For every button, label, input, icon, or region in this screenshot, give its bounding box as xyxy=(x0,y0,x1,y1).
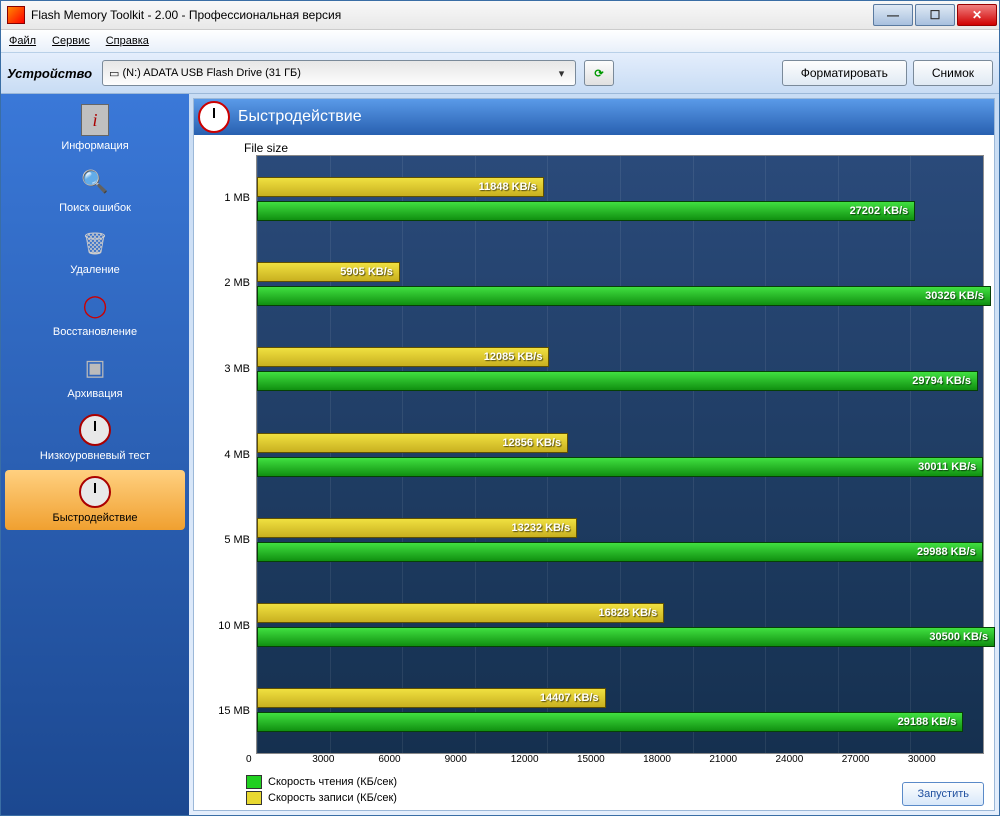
sidebar-item-label: Восстановление xyxy=(53,326,137,338)
legend-swatch-green xyxy=(246,775,262,789)
bar-read: 30011 KB/s xyxy=(257,457,983,477)
y-label: 4 MB xyxy=(204,412,256,498)
snapshot-button[interactable]: Снимок xyxy=(913,60,993,86)
y-axis-title: File size xyxy=(204,141,984,155)
x-tick: 15000 xyxy=(577,754,643,772)
bar-write: 5905 KB/s xyxy=(257,262,400,282)
sidebar-item-label: Быстродействие xyxy=(53,512,138,524)
legend-write-label: Скорость записи (КБ/сек) xyxy=(268,792,397,804)
bar-write: 12085 KB/s xyxy=(257,347,549,367)
device-select[interactable]: ▭ (N:) ADATA USB Flash Drive (31 ГБ) ▾ xyxy=(102,60,576,86)
bar-read: 29188 KB/s xyxy=(257,712,963,732)
format-button[interactable]: Форматировать xyxy=(782,60,907,86)
refresh-icon: ⟳ xyxy=(594,67,603,80)
menu-help[interactable]: Справка xyxy=(106,35,149,47)
content-title: Быстродействие xyxy=(238,108,362,126)
x-tick: 30000 xyxy=(908,754,974,772)
bar-write: 13232 KB/s xyxy=(257,518,577,538)
magnifier-icon: 🔍 xyxy=(79,166,111,198)
stopwatch-icon xyxy=(79,476,111,508)
sidebar-item-speed[interactable]: Быстродействие xyxy=(5,470,185,530)
y-label: 1 MB xyxy=(204,155,256,241)
close-button[interactable]: ✕ xyxy=(957,4,997,26)
bar-write: 12856 KB/s xyxy=(257,433,568,453)
y-labels: 1 MB2 MB3 MB4 MB5 MB10 MB15 MB xyxy=(204,155,256,754)
device-label: Устройство xyxy=(7,66,92,81)
sidebar-item-label: Поиск ошибок xyxy=(59,202,131,214)
x-tick: 6000 xyxy=(378,754,444,772)
x-tick: 21000 xyxy=(709,754,775,772)
x-tick: 9000 xyxy=(445,754,511,772)
legend: Скорость чтения (КБ/сек) Скорость записи… xyxy=(246,772,984,806)
main-body: i Информация 🔍 Поиск ошибок 🗑 Удаление ◯… xyxy=(1,94,999,815)
device-value: (N:) ADATA USB Flash Drive (31 ГБ) xyxy=(123,67,301,79)
bar-read: 29988 KB/s xyxy=(257,542,983,562)
bar-write: 14407 KB/s xyxy=(257,688,606,708)
plot: 11848 KB/s27202 KB/s5905 KB/s30326 KB/s1… xyxy=(256,155,984,754)
x-tick: 12000 xyxy=(511,754,577,772)
sidebar-item-label: Удаление xyxy=(70,264,120,276)
y-label: 3 MB xyxy=(204,326,256,412)
y-label: 15 MB xyxy=(204,668,256,754)
lifebuoy-icon: ◯ xyxy=(79,290,111,322)
bar-read: 29794 KB/s xyxy=(257,371,978,391)
content-header: Быстродействие xyxy=(194,99,994,135)
stopwatch-icon xyxy=(198,101,230,133)
sidebar-item-label: Низкоуровневый тест xyxy=(40,450,150,462)
sidebar-item-recover[interactable]: ◯ Восстановление xyxy=(5,284,185,344)
app-icon xyxy=(7,6,25,24)
bar-read: 30500 KB/s xyxy=(257,627,995,647)
minimize-button[interactable]: — xyxy=(873,4,913,26)
x-tick: 0 xyxy=(246,754,312,772)
bar-read: 30326 KB/s xyxy=(257,286,991,306)
content-panel: Быстродействие File size 1 MB2 MB3 MB4 M… xyxy=(193,98,995,811)
sidebar-item-lowlevel[interactable]: Низкоуровневый тест xyxy=(5,408,185,468)
chevron-down-icon: ▾ xyxy=(554,67,569,80)
legend-read: Скорость чтения (КБ/сек) xyxy=(246,774,984,790)
window-buttons: — ☐ ✕ xyxy=(871,4,997,26)
sidebar: i Информация 🔍 Поиск ошибок 🗑 Удаление ◯… xyxy=(1,94,189,815)
info-icon: i xyxy=(81,104,109,136)
toolbar: Устройство ▭ (N:) ADATA USB Flash Drive … xyxy=(1,53,999,94)
legend-write: Скорость записи (КБ/сек) xyxy=(246,790,984,806)
x-tick: 27000 xyxy=(842,754,908,772)
drive-icon: ▭ xyxy=(109,67,119,80)
sidebar-item-info[interactable]: i Информация xyxy=(5,98,185,158)
refresh-button[interactable]: ⟳ xyxy=(584,60,614,86)
menu-file[interactable]: Файл xyxy=(9,35,36,47)
menu-service[interactable]: Сервис xyxy=(52,35,90,47)
tape-icon: ▣ xyxy=(79,352,111,384)
sidebar-item-label: Архивация xyxy=(67,388,122,400)
x-tick: 3000 xyxy=(312,754,378,772)
sidebar-item-errors[interactable]: 🔍 Поиск ошибок xyxy=(5,160,185,220)
bar-read: 27202 KB/s xyxy=(257,201,915,221)
x-tick: 24000 xyxy=(776,754,842,772)
run-button[interactable]: Запустить xyxy=(902,782,984,806)
window-title: Flash Memory Toolkit - 2.00 - Профессион… xyxy=(31,8,871,22)
x-tick: 18000 xyxy=(643,754,709,772)
legend-swatch-yellow xyxy=(246,791,262,805)
maximize-button[interactable]: ☐ xyxy=(915,4,955,26)
x-axis: 0300060009000120001500018000210002400027… xyxy=(256,754,984,772)
sidebar-item-label: Информация xyxy=(61,140,128,152)
gauge-icon xyxy=(79,414,111,446)
y-label: 10 MB xyxy=(204,583,256,669)
bar-write: 11848 KB/s xyxy=(257,177,544,197)
y-label: 2 MB xyxy=(204,241,256,327)
titlebar[interactable]: Flash Memory Toolkit - 2.00 - Профессион… xyxy=(1,1,999,30)
y-label: 5 MB xyxy=(204,497,256,583)
app-window: Flash Memory Toolkit - 2.00 - Профессион… xyxy=(0,0,1000,816)
sidebar-item-delete[interactable]: 🗑 Удаление xyxy=(5,222,185,282)
trash-icon: 🗑 xyxy=(79,228,111,260)
legend-read-label: Скорость чтения (КБ/сек) xyxy=(268,776,397,788)
chart: 1 MB2 MB3 MB4 MB5 MB10 MB15 MB 11848 KB/… xyxy=(204,155,984,754)
chart-area: File size 1 MB2 MB3 MB4 MB5 MB10 MB15 MB… xyxy=(194,135,994,810)
sidebar-item-archive[interactable]: ▣ Архивация xyxy=(5,346,185,406)
bar-write: 16828 KB/s xyxy=(257,603,664,623)
menubar: Файл Сервис Справка xyxy=(1,30,999,53)
